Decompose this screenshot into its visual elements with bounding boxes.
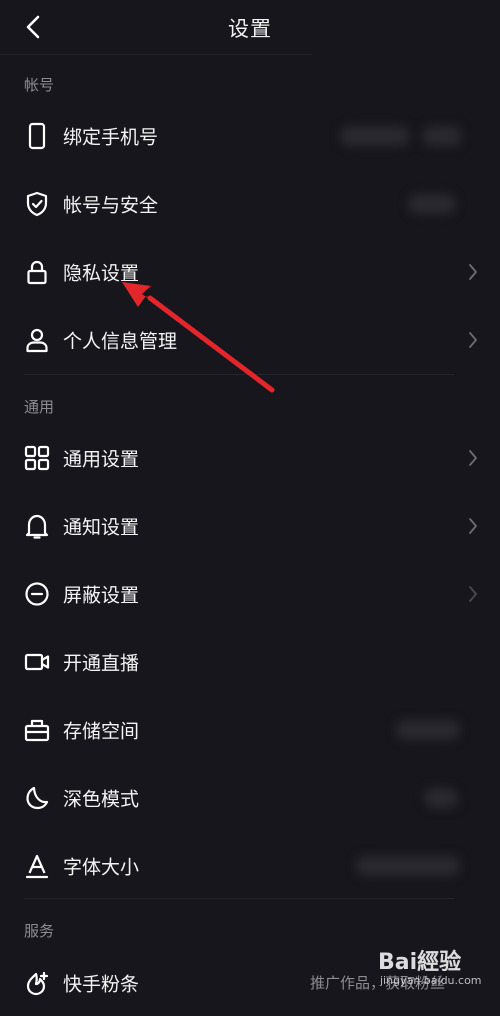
chevron-right-icon — [469, 518, 477, 534]
setting-label: 屏蔽设置 — [63, 584, 140, 607]
blurred-value — [356, 856, 460, 876]
lock-icon — [22, 257, 52, 287]
setting-row-blocking[interactable]: 屏蔽设置 — [0, 560, 500, 628]
fan-boost-icon — [22, 968, 52, 998]
setting-row-storage[interactable]: 存储空间 — [0, 696, 500, 764]
setting-label: 快手粉条 — [63, 973, 140, 996]
blurred-value — [424, 788, 458, 808]
setting-label: 开通直播 — [63, 652, 140, 675]
setting-row-account-security[interactable]: 帐号与安全 — [0, 170, 500, 238]
setting-row-live[interactable]: 开通直播 — [0, 628, 500, 696]
block-icon — [22, 579, 52, 609]
setting-label: 个人信息管理 — [63, 330, 178, 353]
person-icon — [22, 325, 52, 355]
top-bar: 设置 — [0, 0, 500, 54]
setting-row-personal-info[interactable]: 个人信息管理 — [0, 306, 500, 374]
setting-label: 隐私设置 — [63, 262, 140, 285]
section-title-account: 帐号 — [24, 76, 55, 94]
section-divider — [24, 898, 454, 899]
video-icon — [22, 647, 52, 677]
setting-row-dark-mode[interactable]: 深色模式 — [0, 764, 500, 832]
bell-icon — [22, 511, 52, 541]
font-icon — [22, 851, 52, 881]
setting-row-privacy[interactable]: 隐私设置 — [0, 238, 500, 306]
section-title-general: 通用 — [24, 398, 55, 416]
shield-icon — [22, 189, 52, 219]
setting-row-general[interactable]: 通用设置 — [0, 424, 500, 492]
moon-icon — [22, 783, 52, 813]
setting-label: 绑定手机号 — [63, 126, 159, 149]
setting-label: 字体大小 — [63, 856, 140, 879]
phone-icon — [22, 121, 52, 151]
setting-row-font-size[interactable]: 字体大小 — [0, 832, 500, 900]
blurred-value — [422, 126, 462, 146]
setting-row-bind-phone[interactable]: 绑定手机号 — [0, 102, 500, 170]
storage-icon — [22, 715, 52, 745]
baidu-watermark: Bai經验 jingyan.baidu.com — [378, 944, 496, 996]
chevron-right-icon — [469, 264, 477, 280]
blurred-value — [396, 720, 460, 740]
chevron-right-icon — [469, 586, 477, 602]
setting-label: 帐号与安全 — [63, 194, 159, 217]
watermark-main: Bai經验 — [378, 950, 462, 975]
grid-icon — [22, 443, 52, 473]
watermark-sub: jingyan.baidu.com — [380, 974, 482, 987]
page-title: 设置 — [228, 17, 272, 41]
setting-label: 通用设置 — [63, 448, 140, 471]
section-title-service: 服务 — [24, 922, 55, 940]
chevron-right-icon — [469, 332, 477, 348]
setting-row-notifications[interactable]: 通知设置 — [0, 492, 500, 560]
blurred-value — [340, 126, 410, 146]
chevron-right-icon — [469, 450, 477, 466]
header-divider — [0, 54, 312, 55]
setting-label: 深色模式 — [63, 788, 140, 811]
setting-label: 通知设置 — [63, 516, 140, 539]
blurred-value — [408, 194, 456, 214]
section-divider — [24, 374, 454, 375]
setting-label: 存储空间 — [63, 720, 140, 743]
